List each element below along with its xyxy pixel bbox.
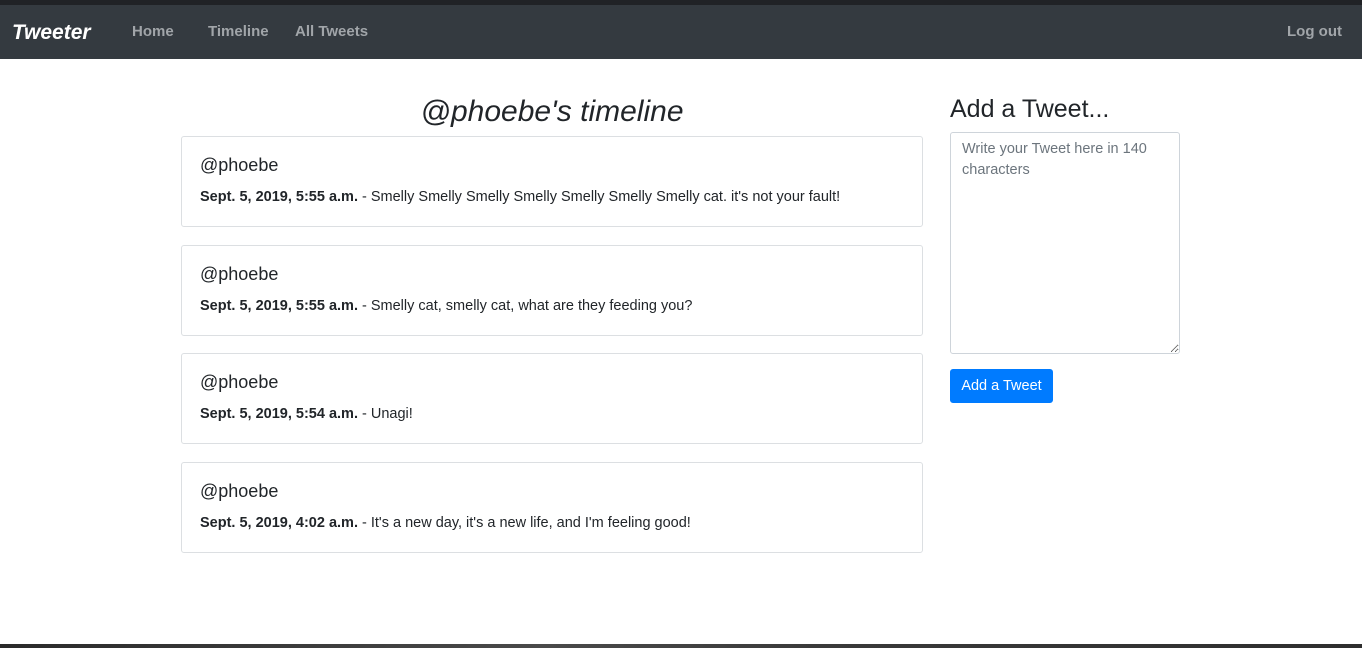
tweet-text: - Smelly cat, smelly cat, what are they … — [357, 298, 693, 314]
tweet-body: Sept. 5, 2019, 5:55 a.m. - Smelly Smelly… — [200, 188, 840, 206]
window-bottom-strip — [0, 644, 1362, 648]
tweet-username: @phoebe — [200, 155, 279, 175]
tweet-date: Sept. 5, 2019, 5:55 a.m. — [200, 298, 358, 314]
tweet-card: @phoebe Sept. 5, 2019, 5:55 a.m. - Smell… — [181, 136, 923, 227]
tweet-body: Sept. 5, 2019, 5:55 a.m. - Smelly cat, s… — [200, 297, 692, 315]
tweet-text: - It's a new day, it's a new life, and I… — [357, 515, 691, 531]
tweet-card: @phoebe Sept. 5, 2019, 5:55 a.m. - Smell… — [181, 245, 923, 336]
tweet-username: @phoebe — [200, 372, 279, 392]
tweet-text: - Unagi! — [357, 406, 413, 422]
add-tweet-heading: Add a Tweet... — [950, 95, 1110, 123]
nav-all-tweets-link[interactable]: All Tweets — [295, 23, 368, 41]
add-tweet-button[interactable]: Add a Tweet — [950, 369, 1053, 403]
tweet-card: @phoebe Sept. 5, 2019, 5:54 a.m. - Unagi… — [181, 353, 923, 444]
tweet-date: Sept. 5, 2019, 5:55 a.m. — [200, 189, 358, 205]
tweet-text: - Smelly Smelly Smelly Smelly Smelly Sme… — [357, 189, 841, 205]
tweet-card: @phoebe Sept. 5, 2019, 4:02 a.m. - It's … — [181, 462, 923, 553]
tweet-username: @phoebe — [200, 264, 279, 284]
tweet-body: Sept. 5, 2019, 4:02 a.m. - It's a new da… — [200, 514, 691, 532]
page: Tweeter Home Timeline All Tweets Log out… — [0, 0, 1362, 648]
nav-home-link[interactable]: Home — [132, 23, 174, 41]
logout-link[interactable]: Log out — [1287, 23, 1342, 41]
nav-timeline-link[interactable]: Timeline — [208, 23, 269, 41]
brand-logo[interactable]: Tweeter — [12, 20, 91, 46]
tweet-body: Sept. 5, 2019, 5:54 a.m. - Unagi! — [200, 405, 413, 423]
tweet-username: @phoebe — [200, 481, 279, 501]
timeline-title: @phoebe's timeline — [420, 95, 684, 128]
tweet-date: Sept. 5, 2019, 4:02 a.m. — [200, 515, 358, 531]
tweet-date: Sept. 5, 2019, 5:54 a.m. — [200, 406, 358, 422]
navbar: Tweeter Home Timeline All Tweets Log out — [0, 5, 1362, 59]
tweet-input[interactable] — [950, 132, 1180, 354]
